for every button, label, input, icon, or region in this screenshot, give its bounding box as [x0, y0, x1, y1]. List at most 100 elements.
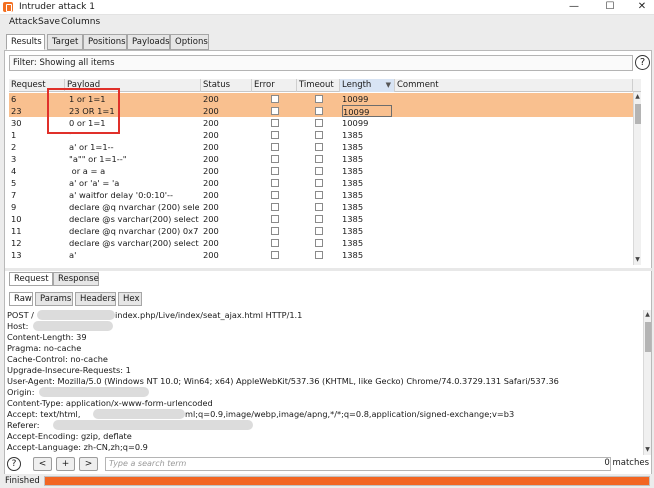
scroll-up-icon[interactable]: ▲ — [634, 92, 641, 102]
error-checkbox — [271, 95, 279, 103]
error-checkbox — [271, 119, 279, 127]
error-checkbox — [271, 203, 279, 211]
progress-bar — [44, 476, 650, 486]
column-error[interactable]: Error — [252, 79, 297, 92]
cell-status: 200 — [203, 130, 219, 140]
cell-length: 1385 — [342, 142, 364, 152]
tab-options[interactable]: Options — [170, 34, 209, 50]
close-button[interactable]: ✕ — [628, 0, 654, 15]
search-add-button[interactable]: + — [56, 457, 75, 471]
request-scrollbar[interactable]: ▲ ▼ — [643, 310, 651, 455]
redaction-blur — [39, 387, 149, 397]
menu-bar: Attack Save Columns — [0, 15, 654, 30]
table-row[interactable]: 12 declare @s varchar(200) select @... 200… — [9, 237, 641, 249]
cell-payload: declare @q nvarchar (200) 0x7300... — [69, 226, 199, 236]
scroll-up-icon[interactable]: ▲ — [644, 310, 651, 320]
table-scrollbar[interactable]: ▲ ▼ — [633, 92, 641, 265]
cell-request: 9 — [11, 202, 17, 212]
table-row[interactable]: 9 declare @q nvarchar (200) select ... 200… — [9, 201, 641, 213]
menu-attack[interactable]: Attack — [9, 17, 38, 27]
tab-target[interactable]: Target — [47, 34, 83, 50]
column-status[interactable]: Status — [201, 79, 252, 92]
timeout-checkbox — [315, 143, 323, 151]
error-checkbox — [271, 155, 279, 163]
menu-save[interactable]: Save — [38, 17, 60, 27]
table-row[interactable]: 3 "a"" or 1=1--" 200 1385 — [9, 153, 641, 165]
scroll-down-icon[interactable]: ▼ — [634, 255, 641, 265]
cell-length: 1385 — [342, 202, 364, 212]
tab-raw[interactable]: Raw — [9, 292, 33, 306]
request-line: Upgrade-Insecure-Requests: 1 — [7, 365, 131, 375]
column-comment[interactable]: Comment — [395, 79, 633, 92]
cell-payload: a' waitfor delay '0:0:10'-- — [69, 190, 174, 200]
cell-status: 200 — [203, 106, 219, 116]
cell-request: 5 — [11, 178, 17, 188]
scroll-down-icon[interactable]: ▼ — [644, 445, 651, 455]
tab-headers[interactable]: Headers — [75, 292, 116, 306]
cell-length: 1385 — [342, 214, 364, 224]
progress-fill — [45, 477, 649, 485]
table-row[interactable]: 2 a' or 1=1-- 200 1385 — [9, 141, 641, 153]
request-line-method: POST / — [7, 310, 34, 320]
request-line: Referer: — [7, 420, 40, 430]
menu-columns[interactable]: Columns — [61, 17, 100, 27]
table-row[interactable]: 11 declare @q nvarchar (200) 0x7300... 200… — [9, 225, 641, 237]
tab-results[interactable]: Results — [6, 34, 45, 50]
tab-positions[interactable]: Positions — [83, 34, 127, 50]
timeout-checkbox — [315, 239, 323, 247]
error-checkbox — [271, 215, 279, 223]
timeout-checkbox — [315, 227, 323, 235]
column-length[interactable]: Length ▼ — [340, 79, 395, 92]
timeout-checkbox — [315, 107, 323, 115]
timeout-checkbox — [315, 191, 323, 199]
table-row[interactable]: 10 declare @s varchar(200) select @... 200… — [9, 213, 641, 225]
column-length-label: Length — [342, 80, 372, 90]
cell-payload: a' or 'a' = 'a — [69, 178, 120, 188]
table-row[interactable]: 4 or a = a 200 1385 — [9, 165, 641, 177]
search-prev-button[interactable]: < — [33, 457, 52, 471]
search-help-icon[interactable]: ? — [7, 457, 21, 471]
request-line: Content-Length: 39 — [7, 332, 87, 342]
scroll-thumb[interactable] — [635, 104, 641, 124]
request-editor[interactable]: POST / index.php/Live/index/seat_ajax.ht… — [7, 310, 637, 455]
tab-response[interactable]: Response — [53, 272, 99, 286]
burp-app-icon — [3, 2, 13, 12]
request-line: ml;q=0.9,image/webp,image/apng,*/*;q=0.8… — [185, 409, 515, 419]
cell-status: 200 — [203, 142, 219, 152]
cell-status: 200 — [203, 154, 219, 164]
cell-status: 200 — [203, 226, 219, 236]
timeout-checkbox — [315, 155, 323, 163]
request-line: Accept-Language: zh-CN,zh;q=0.9 — [7, 442, 148, 452]
cell-length: 1385 — [342, 226, 364, 236]
cell-payload: declare @s varchar(200) select @... — [69, 238, 199, 248]
cell-status: 200 — [203, 214, 219, 224]
column-timeout[interactable]: Timeout — [297, 79, 340, 92]
help-icon[interactable]: ? — [635, 55, 650, 70]
filter-bar[interactable]: Filter: Showing all items — [9, 55, 633, 71]
table-row[interactable]: 5 a' or 'a' = 'a 200 1385 — [9, 177, 641, 189]
cell-length: 1385 — [342, 238, 364, 248]
tab-payloads[interactable]: Payloads — [127, 34, 170, 50]
minimize-button[interactable]: — — [560, 0, 588, 15]
timeout-checkbox — [315, 167, 323, 175]
tab-hex[interactable]: Hex — [118, 292, 142, 306]
cell-length: 1385 — [342, 166, 364, 176]
cell-request: 13 — [11, 250, 22, 260]
error-checkbox — [271, 239, 279, 247]
tab-params[interactable]: Params — [35, 292, 73, 306]
table-row[interactable]: 7 a' waitfor delay '0:0:10'-- 200 1385 — [9, 189, 641, 201]
request-line-path: index.php/Live/index/seat_ajax.html HTTP… — [115, 310, 303, 320]
pane-splitter[interactable] — [5, 268, 653, 271]
redaction-blur — [33, 321, 113, 331]
cell-payload: or a = a — [69, 166, 106, 176]
maximize-button[interactable]: ☐ — [596, 0, 624, 15]
scroll-thumb[interactable] — [645, 322, 651, 352]
search-input[interactable]: Type a search term — [105, 457, 611, 471]
error-checkbox — [271, 191, 279, 199]
search-next-button[interactable]: > — [79, 457, 98, 471]
cell-request: 4 — [11, 166, 17, 176]
table-row[interactable]: 13 a' 200 1385 — [9, 249, 641, 261]
cell-request: 2 — [11, 142, 17, 152]
status-text: Finished — [5, 476, 40, 486]
tab-request[interactable]: Request — [9, 272, 53, 286]
